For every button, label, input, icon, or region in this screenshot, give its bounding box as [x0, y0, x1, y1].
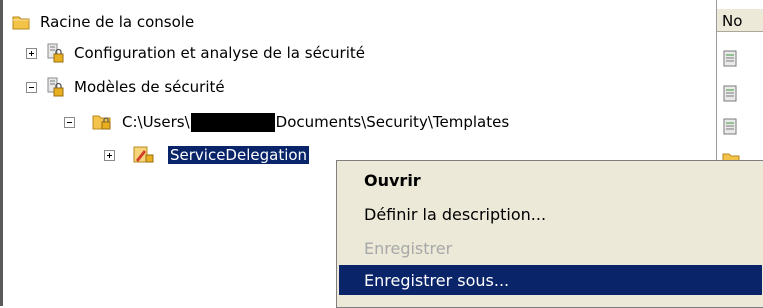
security-config-icon [46, 43, 64, 63]
menu-item-save[interactable]: Enregistrer [339, 233, 762, 263]
template-file-icon [132, 144, 154, 163]
template-file-icon[interactable] [722, 85, 740, 103]
redacted-username [190, 112, 275, 132]
path-suffix: Documents\Security\Templates [275, 113, 510, 131]
expand-toggle-plus[interactable] [104, 150, 115, 161]
menu-item-open[interactable]: Ouvrir [339, 165, 762, 195]
tree-item-security-templates[interactable]: Modèles de sécurité [46, 76, 346, 98]
template-folder-icon [92, 111, 111, 130]
tree-item-config-analysis[interactable]: Configuration et analyse de la sécurité [46, 42, 506, 64]
template-file-icon[interactable] [722, 50, 740, 68]
tree-item-label: Racine de la console [40, 13, 195, 31]
tree-item-root[interactable]: Racine de la console [12, 11, 312, 33]
tree-item-label-selected: ServiceDelegation [168, 146, 310, 164]
tree-item-path-label: C:\Users\ Documents\Security\Templates [122, 112, 510, 132]
template-file-icon[interactable] [722, 118, 740, 136]
security-templates-icon [46, 77, 64, 97]
folder-icon [12, 13, 30, 31]
expand-toggle-plus[interactable] [26, 48, 37, 59]
menu-item-set-description[interactable]: Définir la description... [339, 199, 762, 229]
tree-item-label: Configuration et analyse de la sécurité [74, 44, 366, 62]
tree-item-templates-path[interactable]: C:\Users\ Documents\Security\Templates [92, 111, 652, 133]
collapse-toggle-minus[interactable] [26, 82, 37, 93]
column-header-name[interactable]: No [717, 8, 763, 32]
menu-item-save-as[interactable]: Enregistrer sous... [339, 265, 762, 295]
tree-item-service-delegation[interactable]: ServiceDelegation [132, 144, 352, 166]
path-prefix: C:\Users\ [122, 113, 190, 131]
tree-item-label: Modèles de sécurité [74, 78, 225, 96]
collapse-toggle-minus[interactable] [64, 117, 75, 128]
context-menu: Ouvrir Définir la description... Enregis… [336, 160, 763, 308]
